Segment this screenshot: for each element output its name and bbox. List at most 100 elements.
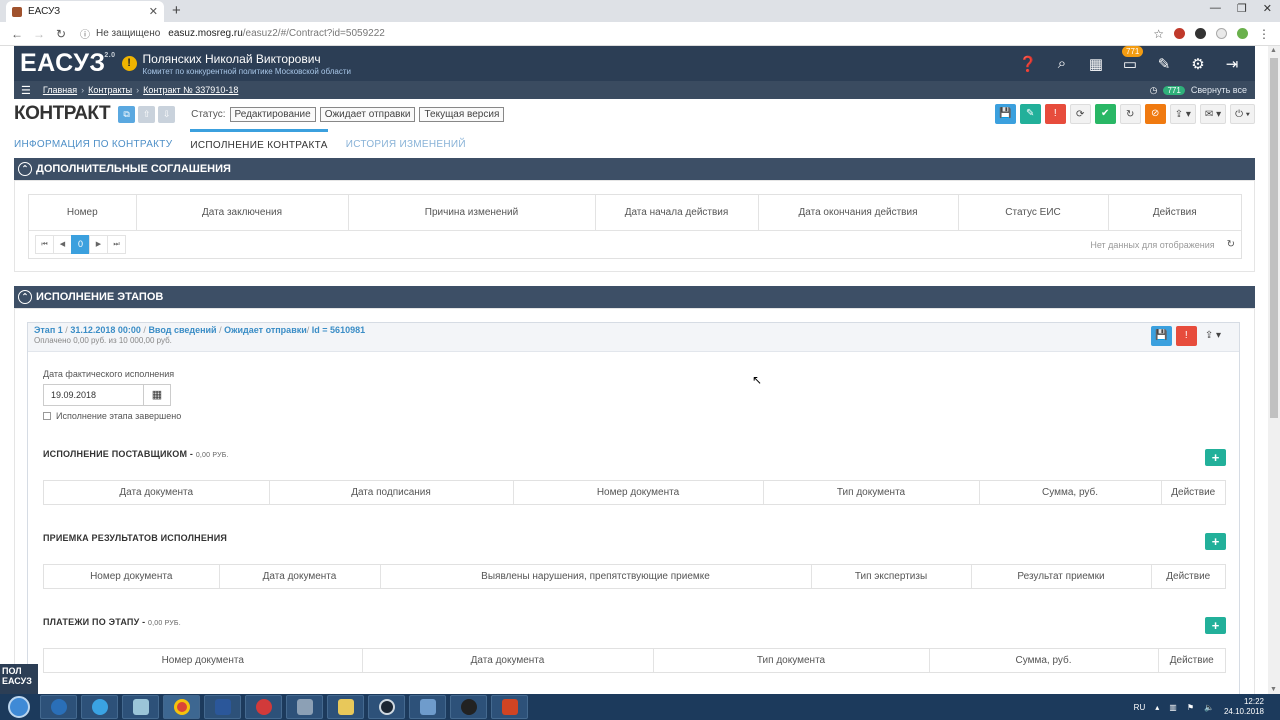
- col-end-date[interactable]: Дата окончания действия: [758, 195, 959, 230]
- col-sum[interactable]: Сумма, руб.: [979, 481, 1162, 504]
- extension-icon-1[interactable]: [1174, 28, 1185, 39]
- scroll-up-icon[interactable]: ▲: [1270, 47, 1277, 54]
- tab-contract-info[interactable]: ИНФОРМАЦИЯ ПО КОНТРАКТУ: [14, 129, 172, 155]
- stage-done-checkbox[interactable]: Исполнение этапа завершено: [43, 411, 181, 421]
- approve-button[interactable]: ✔: [1094, 104, 1116, 124]
- sync-button[interactable]: ⟳: [1069, 104, 1091, 124]
- add-payment-button[interactable]: +: [1205, 617, 1226, 634]
- col-conclusion-date[interactable]: Дата заключения: [136, 195, 349, 230]
- browser-tab[interactable]: ЕАСУЗ ✕: [6, 1, 164, 22]
- tab-contract-execution[interactable]: ИСПОЛНЕНИЕ КОНТРАКТА: [190, 129, 328, 155]
- scrollbar-thumb[interactable]: [1270, 58, 1278, 418]
- col-doc-number[interactable]: Номер документа: [513, 481, 764, 504]
- url-field[interactable]: ⓘ Не защищено easuz.mosreg.ru/easuz2/#/C…: [80, 26, 1153, 41]
- upload-icon[interactable]: ⇧: [138, 105, 156, 123]
- back-icon[interactable]: ←: [6, 27, 28, 41]
- close-tab-icon[interactable]: ✕: [149, 5, 158, 18]
- stage-export-dropdown[interactable]: ⇪ ▾: [1201, 326, 1225, 346]
- extension-icon-3[interactable]: [1216, 28, 1227, 39]
- profile-icon[interactable]: [1237, 28, 1248, 39]
- add-acceptance-button[interactable]: +: [1205, 533, 1226, 550]
- col-number[interactable]: Номер: [29, 195, 137, 230]
- actual-date-field[interactable]: 19.09.2018 ▦: [43, 384, 171, 406]
- page-scrollbar[interactable]: ▲ ▼: [1268, 46, 1280, 694]
- refresh-button[interactable]: ↻: [1119, 104, 1141, 124]
- col-acceptance-result[interactable]: Результат приемки: [971, 565, 1152, 588]
- breadcrumb-contracts[interactable]: Контракты: [88, 85, 132, 95]
- edit-button[interactable]: ✎: [1019, 104, 1041, 124]
- language-indicator[interactable]: RU: [1134, 703, 1146, 712]
- next-page-icon[interactable]: ▶: [89, 235, 108, 254]
- col-doc-date[interactable]: Дата документа: [362, 649, 654, 672]
- col-doc-type[interactable]: Тип документа: [763, 481, 980, 504]
- taskbar-app-tools[interactable]: [286, 695, 323, 719]
- col-eis-status[interactable]: Статус ЕИС: [958, 195, 1109, 230]
- notifications-icon[interactable]: ▭ 771: [1113, 45, 1147, 73]
- taskbar-app-chrome[interactable]: [163, 695, 200, 719]
- col-expertise-type[interactable]: Тип экспертизы: [811, 565, 972, 588]
- current-page[interactable]: 0: [71, 235, 90, 254]
- extension-icon-2[interactable]: [1195, 28, 1206, 39]
- col-doc-date[interactable]: Дата документа: [44, 481, 270, 504]
- network-icon[interactable]: ▥: [1169, 703, 1177, 712]
- help-icon[interactable]: ❓: [1011, 55, 1045, 73]
- taskbar-app-folder[interactable]: [122, 695, 159, 719]
- col-action[interactable]: Действие: [1151, 565, 1225, 588]
- taskbar-app-lock[interactable]: [368, 695, 405, 719]
- taskbar-app-powerpoint[interactable]: [491, 695, 528, 719]
- bookmark-star-icon[interactable]: ☆: [1153, 27, 1164, 41]
- logout-icon[interactable]: ⇥: [1215, 55, 1249, 73]
- collapse-icon[interactable]: ⌃: [18, 162, 32, 176]
- collapse-all-link[interactable]: Свернуть все: [1191, 85, 1247, 95]
- copy-icon[interactable]: ⧉: [118, 105, 136, 123]
- search-icon[interactable]: ⌕: [1045, 55, 1079, 72]
- reload-icon[interactable]: ↻: [50, 27, 72, 41]
- new-tab-icon[interactable]: +: [172, 2, 181, 19]
- col-actions[interactable]: Действия: [1108, 195, 1241, 230]
- refresh-icon[interactable]: ↻: [1227, 239, 1235, 250]
- save-button[interactable]: 💾: [994, 104, 1016, 124]
- col-action[interactable]: Действие: [1161, 481, 1225, 504]
- maximize-icon[interactable]: ❐: [1237, 2, 1247, 15]
- taskbar-app-red-x[interactable]: [245, 695, 282, 719]
- first-page-icon[interactable]: ⏮: [35, 235, 54, 254]
- col-start-date[interactable]: Дата начала действия: [595, 195, 759, 230]
- taskbar-app-obs[interactable]: [450, 695, 487, 719]
- info-icon[interactable]: ⓘ: [80, 26, 90, 41]
- hamburger-menu-icon[interactable]: ☰: [21, 84, 31, 97]
- start-button-icon[interactable]: [8, 696, 30, 718]
- tray-clock[interactable]: 12:22 24.10.2018: [1224, 697, 1264, 717]
- col-doc-number[interactable]: Номер документа: [44, 565, 220, 588]
- prev-page-icon[interactable]: ◀: [53, 235, 72, 254]
- alert-icon[interactable]: !: [121, 56, 137, 71]
- col-change-reason[interactable]: Причина изменений: [348, 195, 596, 230]
- col-doc-number[interactable]: Номер документа: [44, 649, 363, 672]
- checkbox-box[interactable]: [43, 412, 51, 420]
- stages-section-header[interactable]: ⌃ ИСПОЛНЕНИЕ ЭТАПОВ: [14, 286, 1255, 308]
- minimize-icon[interactable]: —: [1210, 2, 1221, 15]
- gear-icon[interactable]: ⚙: [1181, 55, 1215, 73]
- app-logo[interactable]: ЕАСУЗ 2.0: [20, 49, 115, 78]
- col-sign-date[interactable]: Дата подписания: [269, 481, 514, 504]
- col-violations[interactable]: Выявлены нарушения, препятствующие прием…: [380, 565, 812, 588]
- breadcrumb-home[interactable]: Главная: [43, 85, 77, 95]
- forward-icon[interactable]: →: [28, 27, 50, 41]
- calendar-icon[interactable]: ▦: [1079, 55, 1113, 73]
- cancel-button[interactable]: ⊘: [1144, 104, 1166, 124]
- agreements-section-header[interactable]: ⌃ ДОПОЛНИТЕЛЬНЫЕ СОГЛАШЕНИЯ: [14, 158, 1255, 180]
- scroll-down-icon[interactable]: ▼: [1270, 686, 1277, 693]
- col-sum[interactable]: Сумма, руб.: [929, 649, 1159, 672]
- warning-button[interactable]: !: [1044, 104, 1066, 124]
- col-doc-date[interactable]: Дата документа: [219, 565, 381, 588]
- taskbar-app-ie[interactable]: [81, 695, 118, 719]
- mail-dropdown[interactable]: ✉ ▾: [1199, 104, 1227, 124]
- stage-warning-button[interactable]: !: [1175, 326, 1197, 346]
- flag-icon[interactable]: ⚑: [1187, 703, 1194, 712]
- last-page-icon[interactable]: ⏭: [107, 235, 126, 254]
- volume-icon[interactable]: 🔈: [1204, 703, 1214, 712]
- stage-header[interactable]: Этап 1 / 31.12.2018 00:00 / Ввод сведени…: [28, 323, 1239, 352]
- col-doc-type[interactable]: Тип документа: [653, 649, 930, 672]
- taskbar-app-browser[interactable]: [40, 695, 77, 719]
- breadcrumb-contract[interactable]: Контракт № 337910-18: [143, 85, 238, 95]
- add-supplier-doc-button[interactable]: +: [1205, 449, 1226, 466]
